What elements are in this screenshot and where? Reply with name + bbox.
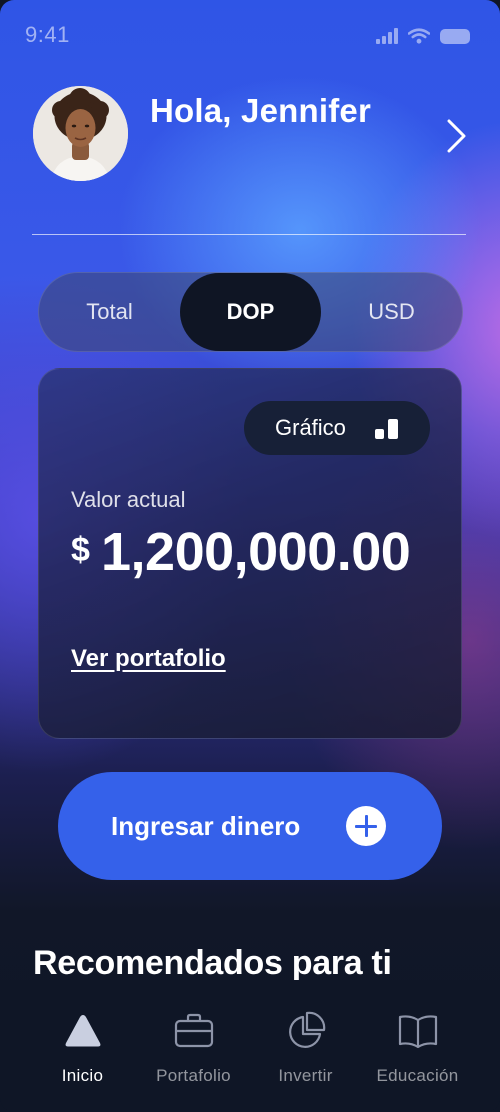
battery-icon (440, 28, 470, 44)
balance-amount: 1,200,000.00 (101, 522, 411, 582)
tab-inicio-label: Inicio (61, 1066, 104, 1085)
balance-card: Gráfico Valor actual $ 1,200,000.00 Ver … (38, 368, 462, 739)
tab-inicio[interactable]: Inicio (20, 980, 145, 1112)
tab-portafolio[interactable]: Portafolio (131, 980, 256, 1112)
pie-chart-icon (288, 1011, 325, 1048)
chart-button[interactable]: Gráfico (244, 401, 430, 455)
home-triangle-icon (65, 1015, 100, 1047)
avatar[interactable] (33, 86, 128, 181)
tab-usd[interactable]: USD (321, 273, 462, 351)
chart-button-label: Gráfico (275, 415, 346, 440)
bar-chart-icon (375, 417, 399, 439)
currency-segmented-control: Total DOP USD (38, 272, 463, 352)
tab-invertir-label: Invertir (278, 1066, 333, 1085)
signal-icon (376, 28, 398, 44)
bottom-tab-bar: Inicio Portafolio Invertir Educación (0, 980, 500, 1112)
plus-icon (346, 806, 386, 846)
greeting-title: Hola, Jennifer (150, 92, 372, 129)
tab-dop[interactable]: DOP (180, 273, 321, 351)
deposit-button-label: Ingresar dinero (111, 810, 301, 841)
chevron-right-icon[interactable] (440, 116, 470, 156)
tab-portafolio-label: Portafolio (156, 1066, 231, 1085)
tab-educacion-label: Educación (376, 1066, 459, 1085)
status-time: 9:41 (25, 22, 70, 47)
avatar-photo (33, 86, 128, 181)
app-screen: 9:41 Hola, Jennifer Total DOP USD Gráfic… (0, 0, 500, 1112)
header-divider (32, 234, 466, 235)
view-portfolio-link[interactable]: Ver portafolio (71, 645, 226, 673)
wifi-icon (408, 28, 430, 44)
recommended-title: Recomendados para ti (33, 944, 392, 982)
briefcase-icon (174, 1013, 213, 1048)
deposit-money-button[interactable]: Ingresar dinero (58, 772, 442, 880)
tab-total[interactable]: Total (39, 273, 180, 351)
tab-educacion[interactable]: Educación (355, 980, 480, 1112)
tab-invertir[interactable]: Invertir (243, 980, 368, 1112)
currency-symbol: $ (71, 531, 90, 569)
book-icon (398, 1015, 437, 1049)
status-icons (376, 28, 470, 44)
current-value-label: Valor actual (71, 487, 186, 512)
